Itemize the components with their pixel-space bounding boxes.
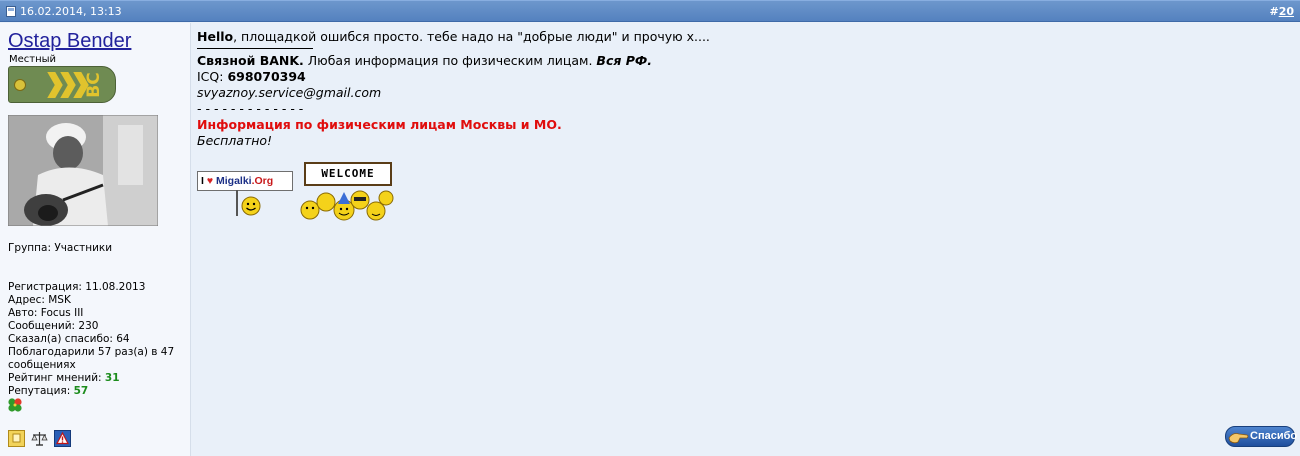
- report-warning-icon[interactable]: [54, 430, 71, 447]
- email-line: svyaznoy.service@gmail.com: [197, 85, 1287, 101]
- icq-number: 698070394: [227, 69, 306, 84]
- icq-label: ICQ:: [197, 69, 228, 84]
- post-number-prefix: #: [1269, 5, 1279, 18]
- handshake-icon: [1228, 433, 1249, 444]
- signature-divider: [197, 48, 313, 49]
- post-icon: [6, 6, 16, 17]
- signature-company-line: Связной BANK. Любая информация по физиче…: [197, 53, 1287, 69]
- icq-line: ICQ: 698070394: [197, 69, 1287, 85]
- free-text: Бесплатно!: [197, 133, 273, 148]
- greeting-text: , площадкой ошибся просто. тебе надо на …: [233, 29, 710, 44]
- signature-banners: I ♥ Migalki.Org WELCOME: [197, 162, 394, 223]
- signature-text: Любая информация по физическим лицам.: [303, 53, 597, 68]
- post-message: Hello, площадкой ошибся просто. тебе над…: [197, 29, 1287, 149]
- rating-label: Рейтинг мнений:: [8, 372, 105, 384]
- smiley-crowd-icon: [300, 190, 394, 221]
- greeting-bold: Hello: [197, 29, 234, 44]
- user-stat-car: Авто: Focus III: [8, 307, 84, 319]
- banner-i-text: I: [201, 175, 204, 187]
- scales-icon[interactable]: [31, 430, 48, 447]
- chevron-stripe: [51, 72, 59, 98]
- reputation-value: 57: [73, 385, 89, 397]
- migalki-board: I ♥ Migalki.Org: [197, 171, 293, 191]
- post-number-link[interactable]: #20: [1269, 5, 1294, 18]
- heart-icon: ♥: [206, 175, 214, 187]
- epaulette-button: [14, 79, 26, 91]
- banner-tld-text: .Org: [251, 175, 274, 187]
- user-stat-thanks-received: Поблагодарили 57 раз(а) в 47 сообщениях: [8, 346, 175, 371]
- user-title: Местный: [9, 54, 57, 65]
- user-info-column: Ostap Bender Местный ВС Группа: Участник…: [0, 23, 191, 456]
- welcome-board: WELCOME: [304, 162, 392, 186]
- moscow-info-line: Информация по физическим лицам Москвы и …: [197, 117, 562, 132]
- reputation-label: Репутация:: [8, 385, 74, 397]
- welcome-banner[interactable]: WELCOME: [298, 162, 394, 223]
- rank-epaulette-icon: ВС: [8, 66, 116, 103]
- user-stat-rating: Рейтинг мнений: 31: [8, 372, 183, 385]
- thanks-button[interactable]: Спасибо: [1225, 426, 1298, 447]
- dash-line: - - - - - - - - - - - - -: [197, 101, 304, 116]
- signature-region: Вся РФ.: [596, 53, 653, 68]
- thanks-label: Спасибо: [1250, 430, 1298, 442]
- i-love-migalki-banner[interactable]: I ♥ Migalki.Org: [197, 171, 294, 217]
- chevron-stripe: [64, 72, 72, 98]
- user-stat-posts: Сообщений: 230: [8, 320, 99, 332]
- user-stat-address: Адрес: MSK: [8, 294, 71, 306]
- reputation-clover-icon: [8, 398, 22, 412]
- user-avatar: [8, 115, 158, 226]
- free-line: Бесплатно!: [197, 133, 1287, 149]
- user-stat-reputation: Репутация: 57: [8, 385, 183, 398]
- post-header-bar: 16.02.2014, 13:13 #20: [0, 0, 1300, 22]
- greeting-line: Hello, площадкой ошибся просто. тебе над…: [197, 29, 1287, 45]
- username-link[interactable]: Ostap Bender: [8, 30, 131, 53]
- user-stats: Регистрация: 11.08.2013 Адрес: MSK Авто:…: [8, 281, 183, 398]
- profile-card-icon[interactable]: [8, 430, 25, 447]
- email-text: svyaznoy.service@gmail.com: [197, 85, 382, 100]
- rating-value: 31: [104, 372, 120, 384]
- banner-site-text: Migalki: [216, 175, 252, 187]
- user-group: Группа: Участники: [8, 242, 113, 254]
- user-stat-thanked: Сказал(а) спасибо: 64: [8, 333, 130, 345]
- post-number-value: 20: [1278, 5, 1294, 18]
- user-tools: [8, 430, 71, 447]
- smiley-icon: [236, 190, 261, 216]
- post-date: 16.02.2014, 13:13: [20, 5, 122, 18]
- signature-company: Связной BANK.: [197, 53, 304, 68]
- user-stat-registration: Регистрация: 11.08.2013: [8, 281, 146, 293]
- rank-letters: ВС: [84, 72, 104, 98]
- post-content-column: Hello, площадкой ошибся просто. тебе над…: [192, 23, 1300, 456]
